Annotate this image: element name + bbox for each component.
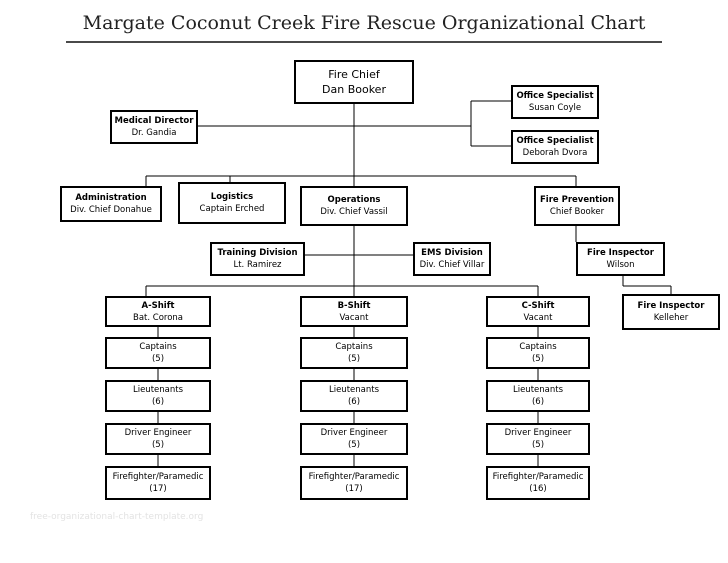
role-label: Firefighter/Paramedic xyxy=(308,472,400,482)
node-b-driver-engineer: Driver Engineer (5) xyxy=(300,423,408,455)
role-label: Lieutenants xyxy=(512,385,564,395)
node-title: Training Division xyxy=(217,248,298,258)
node-title: EMS Division xyxy=(421,248,483,258)
role-count: (17) xyxy=(345,484,363,494)
node-title: Administration xyxy=(75,193,147,203)
role-label: Captains xyxy=(139,342,177,352)
node-name: Vacant xyxy=(339,312,369,323)
role-label: Firefighter/Paramedic xyxy=(492,472,584,482)
node-b-captains: Captains (5) xyxy=(300,337,408,369)
node-title: Fire Inspector xyxy=(637,301,705,311)
node-a-lieutenants: Lieutenants (6) xyxy=(105,380,211,412)
node-name: Deborah Dvora xyxy=(522,148,588,158)
node-c-captains: Captains (5) xyxy=(486,337,590,369)
node-name: Lt. Ramirez xyxy=(233,260,282,270)
node-a-shift: A-Shift Bat. Corona xyxy=(105,296,211,327)
node-operations: Operations Div. Chief Vassil xyxy=(300,186,408,226)
node-b-lieutenants: Lieutenants (6) xyxy=(300,380,408,412)
node-fire-inspector-kelleher: Fire Inspector Kelleher xyxy=(622,294,720,330)
node-a-firefighter-paramedic: Firefighter/Paramedic (17) xyxy=(105,466,211,500)
role-count: (16) xyxy=(529,484,547,494)
node-name: Dr. Gandia xyxy=(131,128,177,138)
node-ems-division: EMS Division Div. Chief Villar xyxy=(413,242,491,276)
role-label: Driver Engineer xyxy=(320,428,388,438)
role-label: Lieutenants xyxy=(328,385,380,395)
node-name: Chief Booker xyxy=(549,207,605,217)
node-fire-chief: Fire Chief Dan Booker xyxy=(294,60,414,104)
node-title: Fire Inspector xyxy=(587,248,654,258)
node-title: Fire Prevention xyxy=(539,195,615,205)
node-title: Office Specialist xyxy=(516,136,594,146)
role-count: (5) xyxy=(531,440,545,450)
node-logistics: Logistics Captain Erched xyxy=(178,182,286,224)
role-count: (17) xyxy=(149,484,167,494)
node-medical-director: Medical Director Dr. Gandia xyxy=(110,110,198,144)
node-office-specialist-2: Office Specialist Deborah Dvora xyxy=(511,130,599,164)
node-title: Operations xyxy=(327,195,381,205)
node-c-driver-engineer: Driver Engineer (5) xyxy=(486,423,590,455)
node-name: Captain Erched xyxy=(199,204,265,214)
node-title: B-Shift xyxy=(337,300,371,311)
node-name: Div. Chief Vassil xyxy=(320,207,388,217)
node-title: Logistics xyxy=(210,192,254,202)
node-office-specialist-1: Office Specialist Susan Coyle xyxy=(511,85,599,119)
role-label: Firefighter/Paramedic xyxy=(112,472,204,482)
node-title: Fire Chief xyxy=(328,68,380,81)
node-a-captains: Captains (5) xyxy=(105,337,211,369)
node-name: Div. Chief Villar xyxy=(419,260,485,270)
node-name: Susan Coyle xyxy=(528,103,582,113)
node-c-firefighter-paramedic: Firefighter/Paramedic (16) xyxy=(486,466,590,500)
node-title: Medical Director xyxy=(114,116,194,126)
role-label: Driver Engineer xyxy=(504,428,572,438)
role-count: (6) xyxy=(151,397,165,407)
node-name: Dan Booker xyxy=(322,83,386,96)
node-title: A-Shift xyxy=(141,300,175,311)
role-label: Captains xyxy=(335,342,373,352)
role-count: (5) xyxy=(347,440,361,450)
role-count: (5) xyxy=(347,354,361,364)
watermark: free-organizational-chart-template.org xyxy=(30,512,204,522)
node-title: C-Shift xyxy=(521,300,555,311)
node-title: Office Specialist xyxy=(516,91,594,101)
node-fire-inspector-wilson: Fire Inspector Wilson xyxy=(576,242,665,276)
node-fire-prevention: Fire Prevention Chief Booker xyxy=(534,186,620,226)
node-a-driver-engineer: Driver Engineer (5) xyxy=(105,423,211,455)
node-name: Vacant xyxy=(523,312,553,323)
role-label: Captains xyxy=(519,342,557,352)
node-name: Wilson xyxy=(606,260,635,270)
node-c-lieutenants: Lieutenants (6) xyxy=(486,380,590,412)
role-count: (5) xyxy=(531,354,545,364)
node-b-firefighter-paramedic: Firefighter/Paramedic (17) xyxy=(300,466,408,500)
role-count: (5) xyxy=(151,354,165,364)
node-training-division: Training Division Lt. Ramirez xyxy=(210,242,305,276)
node-name: Div. Chief Donahue xyxy=(70,205,152,215)
node-c-shift: C-Shift Vacant xyxy=(486,296,590,327)
role-label: Lieutenants xyxy=(132,385,184,395)
role-count: (6) xyxy=(347,397,361,407)
role-count: (5) xyxy=(151,440,165,450)
node-b-shift: B-Shift Vacant xyxy=(300,296,408,327)
node-name: Kelleher xyxy=(653,313,689,323)
node-name: Bat. Corona xyxy=(132,312,184,323)
node-administration: Administration Div. Chief Donahue xyxy=(60,186,162,222)
role-count: (6) xyxy=(531,397,545,407)
role-label: Driver Engineer xyxy=(124,428,192,438)
